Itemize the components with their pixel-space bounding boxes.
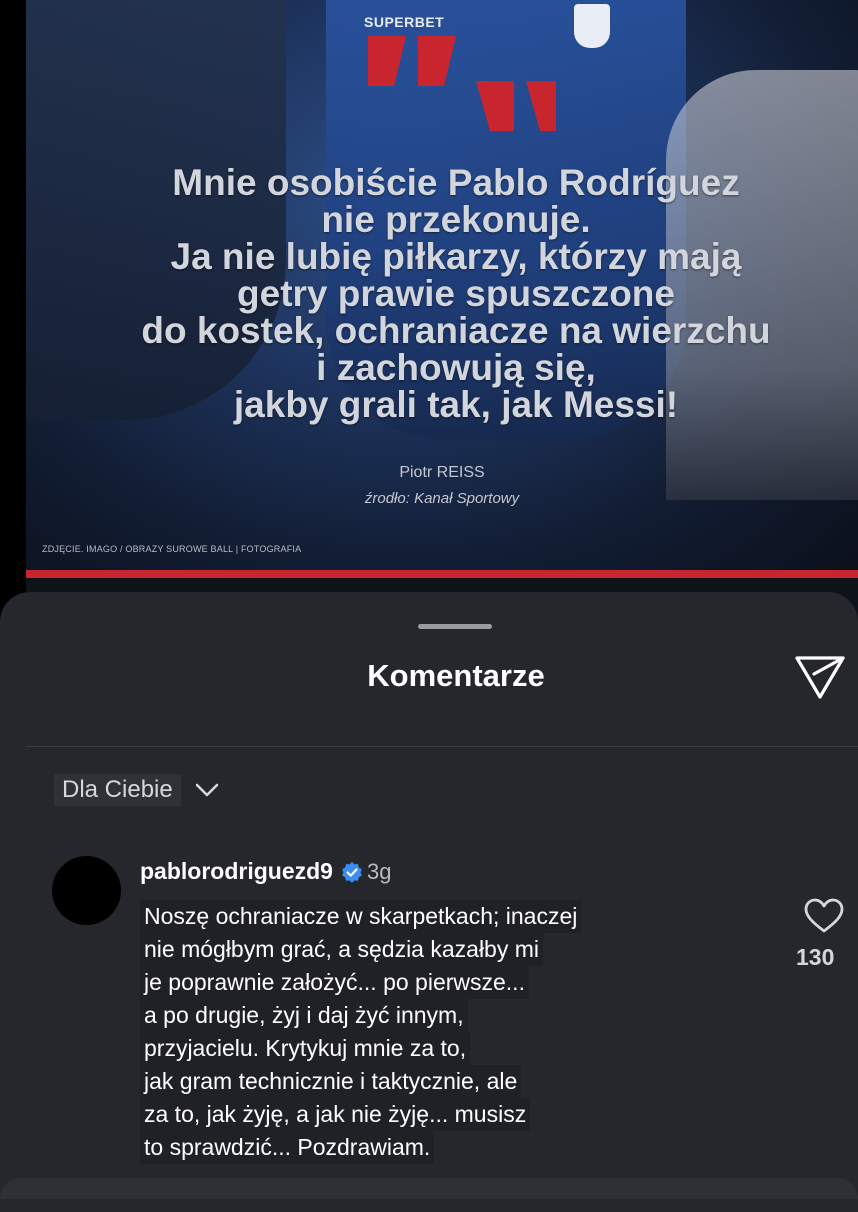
quote-line: nie przekonuje. <box>321 199 591 240</box>
comment-username[interactable]: pablorodriguezd9 <box>140 858 333 885</box>
comment-item: pablorodriguezd9 3g Noszę ochraniacze w … <box>52 854 858 1194</box>
comment-header: pablorodriguezd9 3g <box>140 858 391 885</box>
filter-label: Dla Ciebie <box>54 774 181 806</box>
photo-credit: ZDJĘCIE. IMAGO / OBRAZY SUROWE BALL | FO… <box>42 544 302 554</box>
comment-line: a po drugie, żyj i daj żyć innym, <box>140 999 468 1032</box>
left-edge <box>0 0 26 592</box>
quote-line: i zachowują się, <box>316 347 596 388</box>
quote-line: jakby grali tak, jak Messi! <box>233 384 679 425</box>
drag-handle[interactable] <box>418 624 492 629</box>
quote-marks-icon <box>368 36 556 131</box>
club-crest-icon <box>574 4 610 48</box>
comment-line: Noszę ochraniacze w skarpetkach; inaczej <box>140 900 582 933</box>
quote-line: do kostek, ochraniacze na wierzchu <box>141 310 771 351</box>
quote-line: getry prawie spuszczone <box>237 273 675 314</box>
quote-text: Mnie osobiście Pablo Rodríguez nie przek… <box>66 164 846 423</box>
comments-sheet: Komentarze Dla Ciebie pablorodriguezd9 3… <box>0 592 858 1212</box>
quote-line: Mnie osobiście Pablo Rodríguez <box>172 162 740 203</box>
verified-badge-icon <box>342 861 362 883</box>
comment-text: Noszę ochraniacze w skarpetkach; inaczej… <box>140 900 680 1164</box>
quote-source: źrodło: Kanał Sportowy <box>364 490 520 507</box>
sheet-title: Komentarze <box>367 658 545 693</box>
comment-time: 3g <box>366 858 392 884</box>
divider <box>26 746 858 747</box>
comment-line: przyjacielu. Krytykuj mnie za to, <box>140 1032 471 1065</box>
comment-filter-dropdown[interactable]: Dla Ciebie <box>54 772 219 808</box>
comment-line: jak gram technicznie i taktycznie, ale <box>140 1065 522 1098</box>
quote-author: Piotr REISS <box>399 464 485 481</box>
chevron-down-icon <box>195 783 219 797</box>
like-count: 130 <box>796 944 835 970</box>
comment-line: za to, jak żyję, a jak nie żyję... musis… <box>140 1098 531 1131</box>
accent-stripe <box>26 570 858 578</box>
avatar[interactable] <box>52 856 121 925</box>
post-image[interactable]: SUPERBET Mnie osobiście Pablo Rodríguez … <box>26 0 858 570</box>
comment-line: je poprawnie założyć... po pierwsze... <box>140 966 529 999</box>
bottom-input-bar[interactable] <box>0 1178 858 1199</box>
comment-line: to sprawdzić... Pozdrawiam. <box>140 1131 435 1164</box>
send-triangle-icon[interactable] <box>794 654 846 700</box>
comment-line: nie mógłbym grać, a sędzia kazałby mi <box>140 933 543 966</box>
quote-line: Ja nie lubię piłkarzy, którzy mają <box>170 236 742 277</box>
heart-icon[interactable] <box>804 898 844 934</box>
